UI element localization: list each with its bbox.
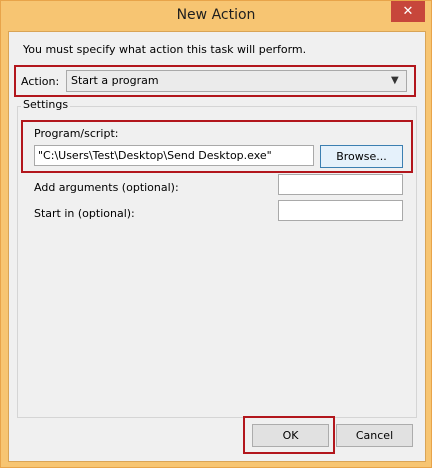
close-icon: ✕ bbox=[402, 4, 414, 19]
arguments-input[interactable] bbox=[278, 174, 403, 195]
start-in-label: Start in (optional): bbox=[34, 207, 135, 220]
program-script-input[interactable]: "C:\Users\Test\Desktop\Send Desktop.exe" bbox=[34, 145, 314, 166]
arguments-label: Add arguments (optional): bbox=[34, 181, 179, 194]
dialog-body: You must specify what action this task w… bbox=[8, 31, 426, 462]
close-button[interactable]: ✕ bbox=[391, 1, 425, 22]
action-label: Action: bbox=[21, 75, 60, 88]
program-script-label: Program/script: bbox=[34, 127, 119, 140]
cancel-button[interactable]: Cancel bbox=[336, 424, 413, 447]
start-in-input[interactable] bbox=[278, 200, 403, 221]
browse-button[interactable]: Browse... bbox=[320, 145, 403, 168]
instruction-text: You must specify what action this task w… bbox=[23, 43, 307, 56]
chevron-down-icon[interactable]: ▼ bbox=[391, 75, 399, 86]
new-action-window: New Action ✕ You must specify what actio… bbox=[0, 0, 432, 468]
window-title: New Action bbox=[176, 7, 256, 23]
ok-button[interactable]: OK bbox=[252, 424, 329, 447]
title-bar[interactable]: New Action ✕ bbox=[1, 1, 431, 31]
settings-group-label: Settings bbox=[21, 98, 71, 111]
action-select[interactable]: Start a program ▼ bbox=[66, 70, 407, 92]
action-select-value: Start a program bbox=[71, 74, 159, 87]
